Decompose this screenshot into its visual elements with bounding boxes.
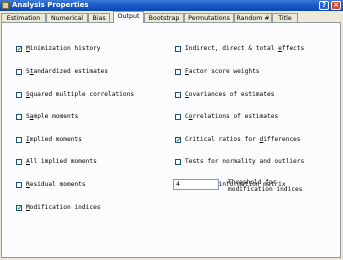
threshold-label: Threshold for modification indices [228, 179, 303, 193]
close-button[interactable]: × [331, 1, 341, 10]
implied-moments-checkbox[interactable] [16, 137, 22, 143]
covariances-of-estimates-checkbox[interactable] [175, 92, 181, 98]
minimization-history-checkbox[interactable]: ✔ [16, 46, 22, 53]
factor-score-weights-checkbox[interactable] [175, 69, 181, 75]
standardized-estimates-checkbox[interactable] [16, 69, 22, 75]
indirect-effects-checkbox[interactable] [175, 46, 181, 52]
tab-output[interactable]: Output [113, 11, 144, 23]
critical-ratios-checkbox[interactable]: ✔ [175, 137, 181, 144]
app-icon [2, 2, 9, 9]
residual-moments-checkbox[interactable] [16, 182, 22, 188]
normality-tests-checkbox[interactable] [175, 159, 181, 165]
help-button[interactable]: ? [319, 1, 329, 10]
threshold-input[interactable]: 4 [173, 179, 219, 190]
squared-multiple-correlations-checkbox[interactable] [16, 92, 22, 98]
sample-moments-checkbox[interactable] [16, 114, 22, 120]
window-title: Analysis Properties [12, 1, 89, 9]
title-bar: Analysis Properties ? × [0, 0, 343, 11]
modification-indices-checkbox[interactable]: ✔ [16, 205, 22, 212]
all-implied-moments-checkbox[interactable] [16, 159, 22, 165]
correlations-of-estimates-checkbox[interactable] [175, 114, 181, 120]
